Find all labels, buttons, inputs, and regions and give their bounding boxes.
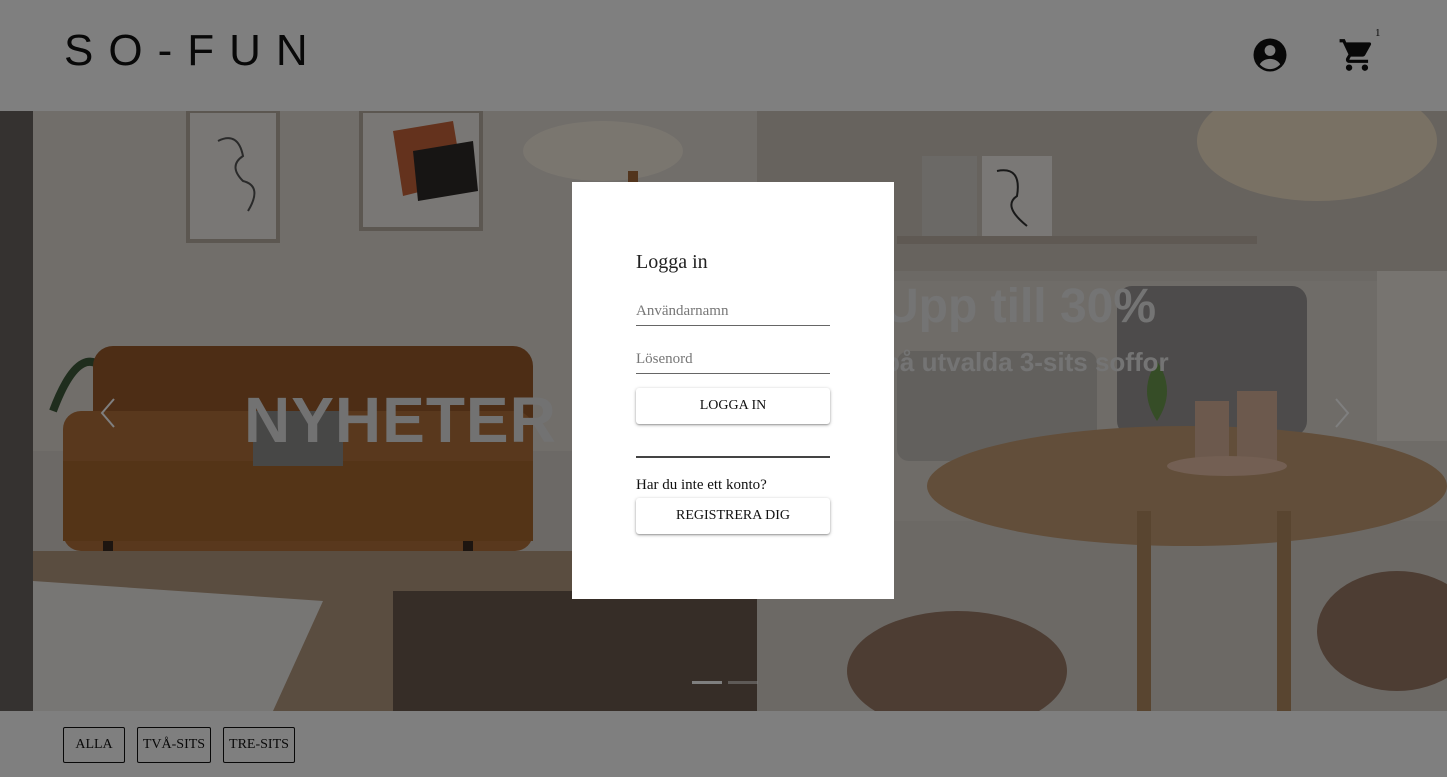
login-title: Logga in [636, 251, 708, 273]
username-input[interactable] [636, 297, 830, 326]
login-modal: Logga in LOGGA IN Har du inte ett konto?… [572, 182, 894, 599]
no-account-text: Har du inte ett konto? [636, 477, 767, 493]
divider [636, 456, 830, 458]
register-button[interactable]: REGISTRERA DIG [636, 498, 830, 534]
page: SO-FUN 1 [0, 0, 1447, 777]
login-button[interactable]: LOGGA IN [636, 388, 830, 424]
password-input[interactable] [636, 345, 830, 374]
